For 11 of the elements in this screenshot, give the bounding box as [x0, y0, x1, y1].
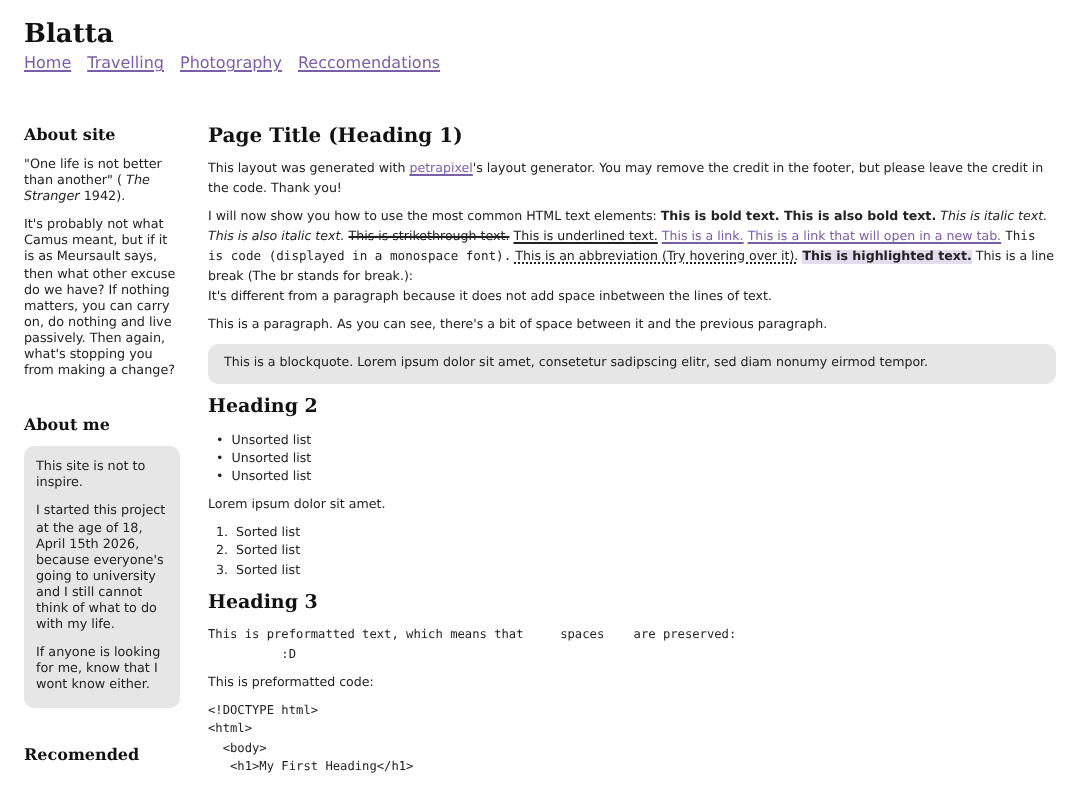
nav-link[interactable]: Travelling — [87, 54, 164, 74]
sidebar-heading: About me — [24, 414, 112, 437]
sidebar-heading: Recomended — [24, 744, 142, 767]
heading: Heading 3 — [208, 591, 320, 617]
heading: Heading 2 — [208, 396, 320, 421]
sidebar-heading: About site — [24, 124, 118, 146]
page-title: Page Title (Heading 1) — [208, 124, 465, 150]
site-title: Blatta — [24, 20, 116, 52]
nav-link[interactable]: Reccomendations — [297, 54, 441, 74]
nav-link[interactable]: Home — [24, 54, 72, 74]
nav-link[interactable]: Photography — [180, 54, 282, 74]
